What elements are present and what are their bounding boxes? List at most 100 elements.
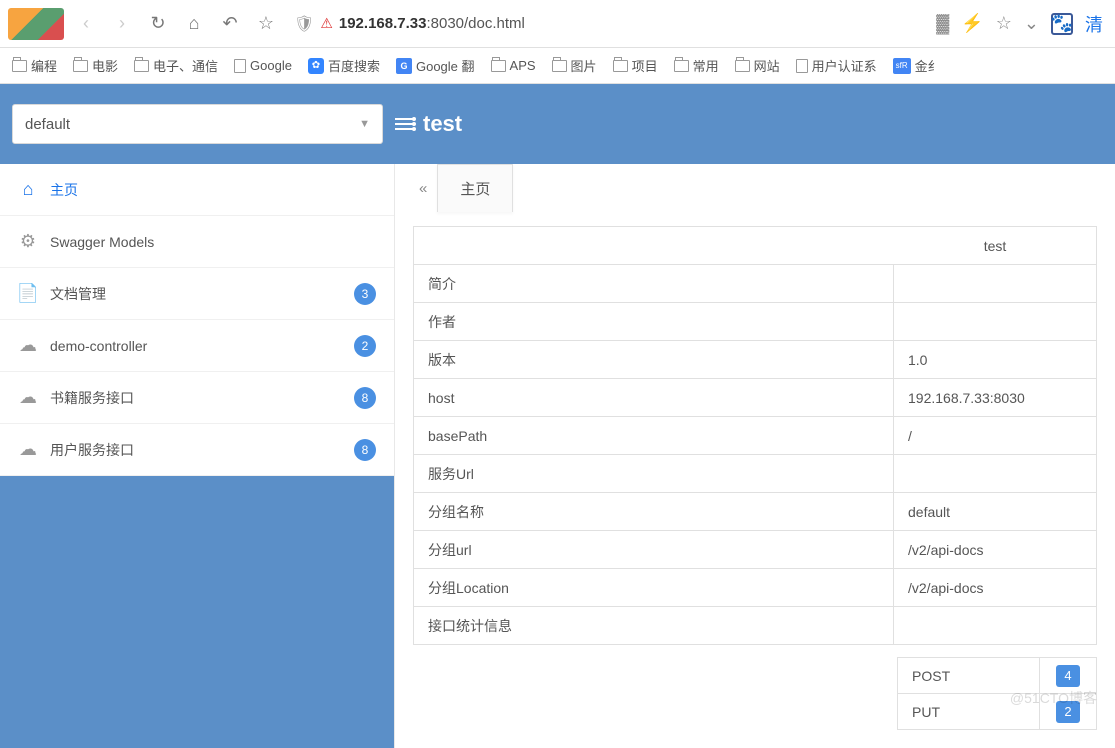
sidebar: ⌂主页 ⚙ Swagger Models 📄文档管理3 ☁ demo-controller… bbox=[0, 164, 395, 748]
row-value: 1.0 bbox=[894, 341, 1096, 378]
address-bar[interactable]: 🛡 ⚠ 192.168.7.33:8030/doc.html bbox=[288, 14, 928, 34]
bookmark-item[interactable]: Google bbox=[234, 58, 292, 73]
paw-icon[interactable]: 🐾 bbox=[1051, 13, 1073, 35]
bookmark-label: Google bbox=[250, 58, 292, 73]
cloud-icon: ☁ bbox=[18, 439, 38, 460]
app-title: test bbox=[395, 111, 462, 137]
row-key: basePath bbox=[414, 417, 894, 454]
count-badge: 8 bbox=[354, 439, 376, 461]
bookmark-label: 百度搜索 bbox=[328, 56, 380, 75]
bookmark-item[interactable]: 电影 bbox=[73, 56, 118, 75]
page-icon bbox=[796, 59, 808, 73]
collapse-icon[interactable]: « bbox=[419, 180, 423, 197]
bookmark-item[interactable]: 用户认证系 bbox=[796, 56, 877, 75]
bookmark-item[interactable]: sfR金纟 bbox=[893, 56, 941, 75]
watermark: @51CTO博客 bbox=[1010, 688, 1097, 708]
table-row: 分组名称default bbox=[414, 493, 1096, 531]
browser-toolbar: ‹ › ↻ ⌂ ↶ ☆ 🛡 ⚠ 192.168.7.33:8030/doc.ht… bbox=[0, 0, 1115, 48]
row-value bbox=[894, 455, 1096, 492]
star-icon[interactable]: ☆ bbox=[996, 13, 1012, 34]
folder-icon bbox=[73, 60, 88, 72]
sidebar-item[interactable]: ⌂主页 bbox=[0, 164, 394, 216]
qr-icon[interactable]: ▓ bbox=[936, 13, 949, 34]
forward-button[interactable]: › bbox=[108, 10, 136, 38]
table-row: 分组Location/v2/api-docs bbox=[414, 569, 1096, 607]
bookmark-label: 用户认证系 bbox=[812, 56, 877, 75]
home-icon: ⌂ bbox=[18, 179, 38, 200]
app-main: ⌂主页⚙Swagger Models📄文档管理3☁demo-controller… bbox=[0, 164, 1115, 748]
row-value bbox=[894, 265, 1096, 302]
bookmark-label: 金纟 bbox=[915, 56, 941, 75]
row-key: 分组Location bbox=[414, 569, 894, 606]
tab-row: « 主页 bbox=[395, 164, 1115, 212]
table-row: 简介 bbox=[414, 265, 1096, 303]
api-group-select[interactable]: default ▼ bbox=[12, 104, 383, 144]
row-key: 服务Url bbox=[414, 455, 894, 492]
sidebar-item-label: 用户服务接口 bbox=[50, 440, 134, 460]
bookmark-item[interactable]: 常用 bbox=[674, 56, 719, 75]
folder-icon bbox=[552, 60, 567, 72]
row-value: / bbox=[894, 417, 1096, 454]
row-key: 分组url bbox=[414, 531, 894, 568]
table-header-empty bbox=[414, 227, 894, 264]
bookmark-label: APS bbox=[510, 58, 536, 73]
reload-button[interactable]: ↻ bbox=[144, 10, 172, 38]
row-value bbox=[894, 607, 1096, 644]
back-button[interactable]: ‹ bbox=[72, 10, 100, 38]
folder-icon bbox=[491, 60, 506, 72]
shield-icon: 🛡 bbox=[294, 14, 314, 34]
sidebar-item[interactable]: ☁demo-controller2 bbox=[0, 320, 394, 372]
bookmark-label: Google 翻 bbox=[416, 56, 475, 75]
home-button[interactable]: ⌂ bbox=[180, 10, 208, 38]
folder-icon bbox=[613, 60, 628, 72]
menu-icon[interactable] bbox=[395, 118, 413, 130]
sidebar-item[interactable]: 📄文档管理3 bbox=[0, 268, 394, 320]
url-text: 192.168.7.33:8030/doc.html bbox=[339, 15, 525, 32]
app-header: default ▼ test bbox=[0, 84, 1115, 164]
bookmark-item[interactable]: 电子、通信 bbox=[134, 56, 218, 75]
bookmarks-bar: 编程电影 电子、通信 Google ✿百度搜索 GGoogle 翻 APS 图片 项目 常用网站… bbox=[0, 48, 1115, 84]
page-icon bbox=[234, 59, 246, 73]
sidebar-item[interactable]: ☁ 用户服务接口 8 bbox=[0, 424, 394, 476]
bookmark-item[interactable]: 网站 bbox=[735, 56, 780, 75]
row-key: 版本 bbox=[414, 341, 894, 378]
bookmark-item[interactable]: 图片 bbox=[552, 56, 597, 75]
bookmark-item[interactable]: 项目 bbox=[613, 56, 658, 75]
row-key: host bbox=[414, 379, 894, 416]
doc-icon: 📄 bbox=[18, 283, 38, 304]
bookmark-item[interactable]: GGoogle 翻 bbox=[396, 56, 475, 75]
folder-icon bbox=[134, 60, 149, 72]
undo-button[interactable]: ↶ bbox=[216, 10, 244, 38]
sidebar-item-label: Swagger Models bbox=[50, 234, 154, 250]
row-key: 分组名称 bbox=[414, 493, 894, 530]
info-table: test 简介作者版本1.0host192.168.7.33:8030baseP… bbox=[413, 226, 1097, 645]
table-row: 接口统计信息 bbox=[414, 607, 1096, 645]
bookmark-item[interactable]: APS bbox=[491, 58, 536, 73]
cube-icon: ⚙ bbox=[18, 231, 38, 252]
bookmark-label: 图片 bbox=[571, 56, 597, 75]
row-value: /v2/api-docs bbox=[894, 531, 1096, 568]
favorite-button[interactable]: ☆ bbox=[252, 10, 280, 38]
bookmark-item[interactable]: ✿百度搜索 bbox=[308, 56, 380, 75]
google-icon: G bbox=[396, 58, 412, 74]
tab-label: 主页 bbox=[460, 178, 490, 199]
bookmark-item[interactable]: 编程 bbox=[12, 56, 57, 75]
chevron-down-icon[interactable]: ⌄ bbox=[1024, 13, 1039, 34]
table-row: host192.168.7.33:8030 bbox=[414, 379, 1096, 417]
bookmark-label: 电子、通信 bbox=[153, 56, 218, 75]
flash-icon[interactable]: ⚡ bbox=[961, 13, 983, 34]
tab-home[interactable]: 主页 bbox=[437, 164, 513, 212]
bookmark-label: 常用 bbox=[693, 56, 719, 75]
table-row: 作者 bbox=[414, 303, 1096, 341]
chevron-down-icon: ▼ bbox=[359, 118, 370, 130]
bookmark-label: 项目 bbox=[632, 56, 658, 75]
row-value: default bbox=[894, 493, 1096, 530]
cloud-icon: ☁ bbox=[18, 335, 38, 356]
sidebar-item-label: demo-controller bbox=[50, 338, 147, 354]
row-value: /v2/api-docs bbox=[894, 569, 1096, 606]
sidebar-item[interactable]: ☁书籍服务接口8 bbox=[0, 372, 394, 424]
clear-link[interactable]: 清 bbox=[1085, 11, 1103, 37]
table-row: 版本1.0 bbox=[414, 341, 1096, 379]
sidebar-item[interactable]: ⚙ Swagger Models bbox=[0, 216, 394, 268]
sidebar-fill bbox=[0, 476, 394, 748]
